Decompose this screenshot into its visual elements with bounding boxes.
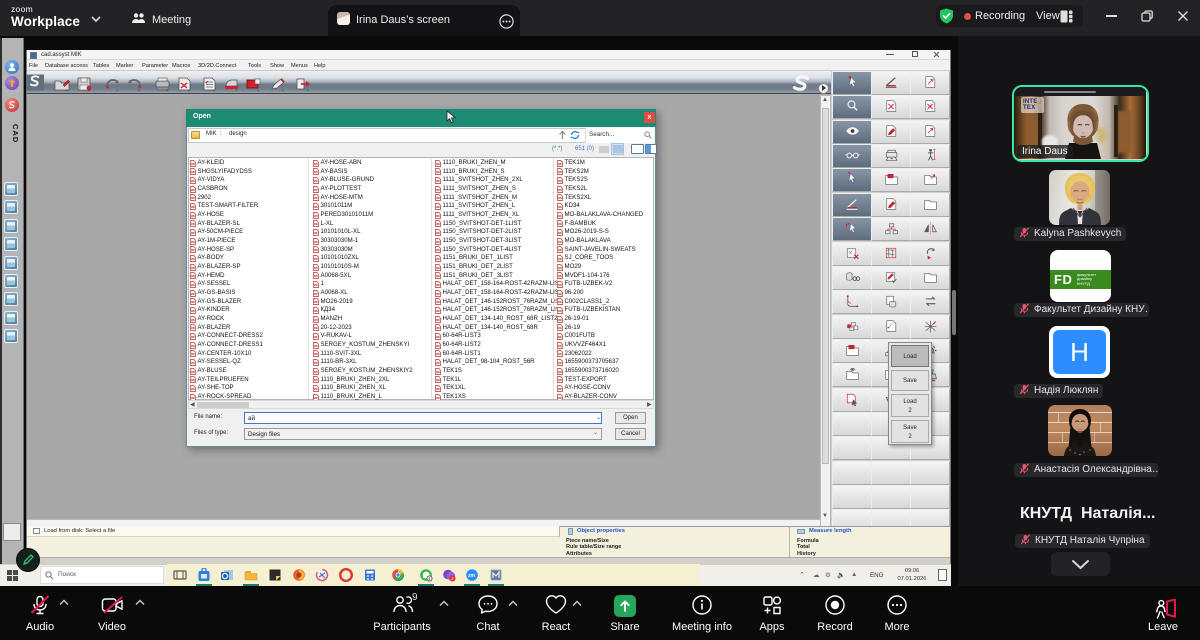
- svg-text:zm: zm: [468, 573, 476, 579]
